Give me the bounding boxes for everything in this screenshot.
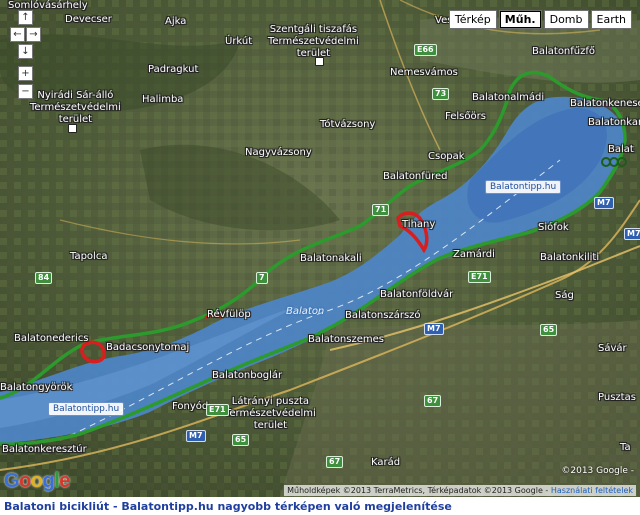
place-label: Révfülöp bbox=[207, 309, 251, 320]
poi-marker[interactable] bbox=[68, 124, 77, 133]
place-label: Balat bbox=[608, 144, 634, 155]
map-imagery bbox=[0, 0, 640, 497]
map-attribution: Műholdképek ©2013 TerraMetrics, Térképad… bbox=[284, 485, 636, 496]
google-logo[interactable]: Google bbox=[4, 470, 70, 493]
place-label: Balatonkara bbox=[588, 117, 640, 128]
place-label: Balatonszárszó bbox=[345, 310, 421, 321]
terms-link[interactable]: Használati feltételek bbox=[551, 486, 633, 495]
watermark: Balatontipp.hu bbox=[48, 402, 125, 416]
road-shield: E71 bbox=[468, 271, 491, 283]
satellite-map[interactable]: Somlóvásárhely Devecser Ajka Úrkút Padra… bbox=[0, 0, 640, 497]
place-label: Ság bbox=[555, 290, 574, 301]
place-label: Tótvázsony bbox=[320, 119, 376, 130]
road-shield: 7 bbox=[256, 272, 268, 284]
place-label: Balatonföldvár bbox=[380, 289, 454, 300]
map-type-terkep-button[interactable]: Térkép bbox=[448, 10, 497, 29]
watermark: Balatontipp.hu bbox=[485, 180, 562, 194]
map-type-satellite-button[interactable]: Műh. bbox=[498, 10, 542, 29]
place-label: Devecser bbox=[65, 14, 112, 25]
road-shield: 67 bbox=[326, 456, 344, 468]
road-shield: M7 bbox=[594, 197, 614, 209]
road-shield: 71 bbox=[372, 204, 390, 216]
place-label: Nagyvázsony bbox=[245, 147, 312, 158]
road-shield: M7 bbox=[424, 323, 444, 335]
place-label: Balatonboglár bbox=[212, 370, 283, 381]
road-shield: 73 bbox=[432, 88, 450, 100]
place-label: Balatonakali bbox=[300, 253, 362, 264]
road-shield: 67 bbox=[424, 395, 442, 407]
place-label: Zamárdi bbox=[453, 249, 495, 260]
pan-right-icon[interactable]: → bbox=[26, 27, 41, 42]
place-label: Siófok bbox=[538, 222, 569, 233]
road-shield: 65 bbox=[232, 434, 250, 446]
place-label: Nemesvámos bbox=[390, 67, 458, 78]
place-label: Tapolca bbox=[70, 251, 108, 262]
place-label: Balatongyörök bbox=[0, 382, 73, 393]
place-label: Balatonkenese bbox=[570, 98, 640, 109]
zoom-out-icon[interactable]: − bbox=[18, 84, 33, 99]
road-shield: E66 bbox=[414, 44, 437, 56]
pan-down-icon[interactable]: ↓ bbox=[18, 44, 33, 59]
road-shield: M7 bbox=[624, 228, 640, 240]
lake-label: Balaton bbox=[286, 306, 325, 317]
road-shield: 84 bbox=[35, 272, 53, 284]
place-label: Balatonfüred bbox=[383, 171, 448, 182]
pan-left-icon[interactable]: ← bbox=[10, 27, 25, 42]
place-label: Szentgáli tiszafás Természetvédelmi terü… bbox=[268, 24, 359, 59]
place-label: Ajka bbox=[165, 16, 187, 27]
poi-marker[interactable] bbox=[315, 57, 324, 66]
road-shield: E71 bbox=[206, 404, 229, 416]
road-shield: M7 bbox=[186, 430, 206, 442]
place-label: Csopak bbox=[428, 151, 465, 162]
place-label: Úrkút bbox=[225, 36, 253, 47]
place-label: Halimba bbox=[142, 94, 184, 105]
place-label: Balatonkiliti bbox=[540, 252, 600, 263]
road-shield: 65 bbox=[540, 324, 558, 336]
place-label: Balatonfűzfő bbox=[532, 46, 596, 57]
place-label: Padragkut bbox=[148, 64, 199, 75]
map-caption-link[interactable]: Balatoni bicikliút - Balatontipp.hu nagy… bbox=[4, 500, 452, 513]
place-label: Ta bbox=[620, 442, 631, 453]
place-label: Badacsonytomaj bbox=[106, 342, 190, 353]
place-label: Sávár bbox=[598, 343, 627, 354]
place-label: Karád bbox=[371, 457, 401, 468]
place-label: Balatonszemes bbox=[308, 334, 384, 345]
place-label: Balatonederics bbox=[14, 333, 89, 344]
place-label: Balatonalmádi bbox=[472, 92, 545, 103]
place-label: Tihany bbox=[402, 219, 436, 230]
place-label: Balatonkeresztúr bbox=[2, 444, 87, 455]
zoom-in-icon[interactable]: + bbox=[18, 66, 33, 81]
place-label: Felsőörs bbox=[445, 111, 486, 122]
pan-up-icon[interactable]: ↑ bbox=[18, 10, 33, 25]
map-type-control: Térkép Műh. Domb Earth bbox=[448, 10, 632, 29]
map-copyright: ©2013 Google - bbox=[561, 466, 634, 476]
attribution-text: Műholdképek ©2013 TerraMetrics, Térképad… bbox=[287, 486, 549, 495]
map-type-earth-button[interactable]: Earth bbox=[590, 10, 632, 29]
map-type-terrain-button[interactable]: Domb bbox=[543, 10, 589, 29]
place-label: Látrányi puszta Természetvédelmi terület bbox=[225, 396, 316, 431]
place-label: Fonyód bbox=[172, 401, 209, 412]
place-label: Nyirádi Sár-álló Természetvédelmi terüle… bbox=[30, 90, 121, 125]
place-label: Pusztas bbox=[598, 392, 636, 403]
